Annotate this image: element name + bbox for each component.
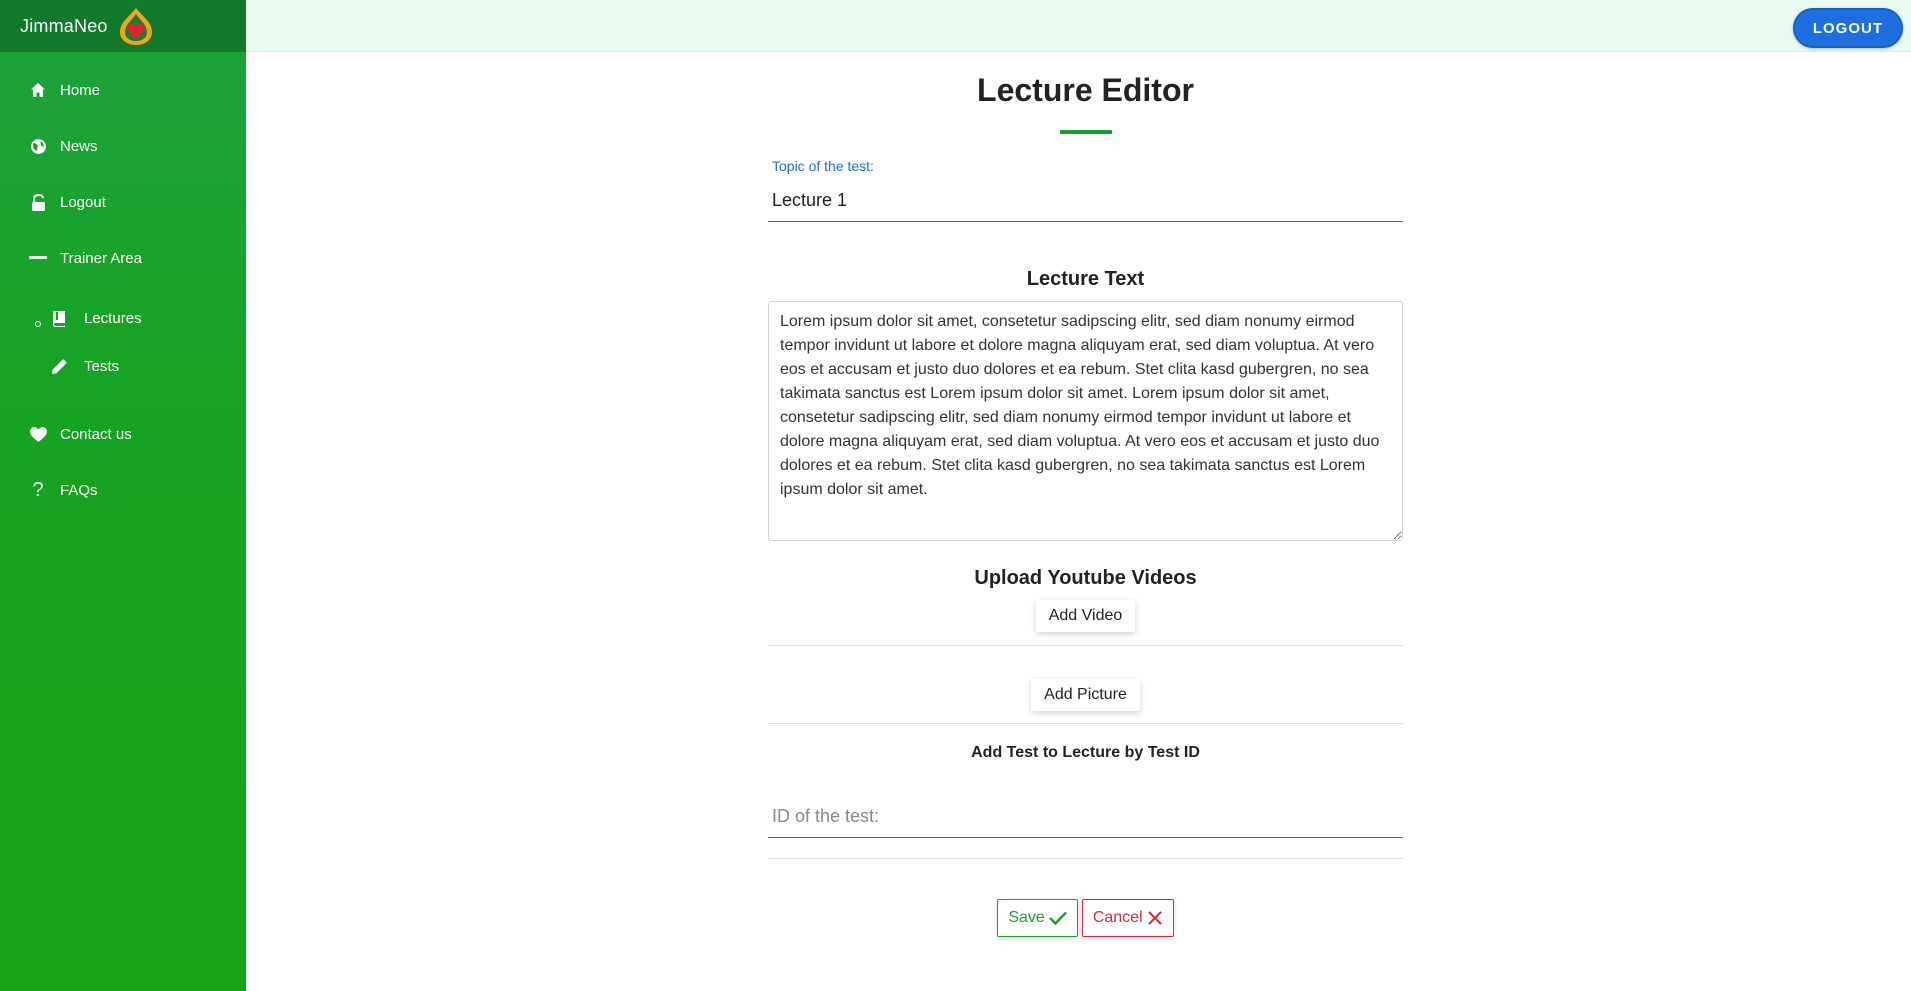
check-icon <box>1048 911 1067 925</box>
sidebar-item-news[interactable]: News <box>0 118 246 174</box>
pencil-icon <box>50 357 68 375</box>
topic-label: Topic of the test: <box>772 158 874 174</box>
divider <box>768 858 1403 859</box>
sidebar-item-label: FAQs <box>60 481 98 499</box>
sidebar-item-trainer-area[interactable]: Trainer Area <box>0 230 246 286</box>
add-video-button[interactable]: Add Video <box>1035 600 1136 632</box>
sidebar-item-label: Trainer Area <box>60 249 142 267</box>
unlock-icon <box>28 192 48 212</box>
heart-icon <box>28 424 48 444</box>
page-title: Lecture Editor <box>977 72 1194 108</box>
sidebar-item-label: News <box>60 137 98 155</box>
add-picture-button[interactable]: Add Picture <box>1031 679 1140 711</box>
lecture-text-area[interactable]: Lorem ipsum dolor sit amet, consetetur s… <box>768 301 1403 541</box>
divider <box>768 645 1403 646</box>
sidebar-item-lectures[interactable]: Lectures <box>0 294 246 342</box>
cancel-button-label: Cancel <box>1092 909 1143 926</box>
save-button-label: Save <box>1008 909 1045 926</box>
brand-name: JimmaNeo <box>20 15 108 36</box>
test-id-field <box>768 782 1403 838</box>
sidebar-nav: Home News Logout Trainer Area <box>0 52 246 286</box>
trainer-area-submenu: Lectures Tests <box>0 286 246 406</box>
question-icon: ? <box>32 478 44 501</box>
active-bullet-icon <box>35 321 41 327</box>
logout-button[interactable]: LOGOUT <box>1792 8 1903 48</box>
minus-icon <box>28 248 48 268</box>
sidebar-subitem-label: Lectures <box>84 309 142 327</box>
sidebar-item-faqs[interactable]: ? FAQs <box>0 462 246 518</box>
heart-drop-logo-icon <box>119 8 152 45</box>
sidebar-item-label: Contact us <box>60 425 132 443</box>
home-icon <box>28 80 48 100</box>
topic-field: Topic of the test: <box>768 154 1403 222</box>
book-icon <box>50 309 68 327</box>
add-test-title: Add Test to Lecture by Test ID <box>971 744 1200 761</box>
sidebar-item-label: Logout <box>60 193 106 211</box>
form-actions: Save Cancel <box>768 899 1403 937</box>
sidebar-item-tests[interactable]: Tests <box>0 342 246 390</box>
sidebar-item-home[interactable]: Home <box>0 62 246 118</box>
lecture-text-title: Lecture Text <box>1026 268 1145 290</box>
brand-bar: JimmaNeo <box>0 0 246 52</box>
globe-icon <box>28 136 48 156</box>
test-id-input[interactable] <box>768 806 1403 827</box>
sidebar: JimmaNeo Home News Logout Trainer Area L… <box>0 0 246 991</box>
topic-input[interactable] <box>768 190 1403 211</box>
close-icon <box>1147 911 1162 925</box>
top-bar: LOGOUT <box>246 0 1911 52</box>
sidebar-item-contact-us[interactable]: Contact us <box>0 406 246 462</box>
sidebar-nav-bottom: Contact us ? FAQs <box>0 406 246 518</box>
title-underline <box>1059 130 1112 134</box>
save-button[interactable]: Save <box>997 899 1078 937</box>
cancel-button[interactable]: Cancel <box>1081 899 1174 937</box>
sidebar-item-label: Home <box>60 81 101 99</box>
sidebar-subitem-label: Tests <box>84 357 120 375</box>
divider <box>768 723 1403 724</box>
lecture-editor: Lecture Editor Topic of the test: Lectur… <box>768 52 1403 937</box>
sidebar-item-logout[interactable]: Logout <box>0 174 246 230</box>
upload-videos-title: Upload Youtube Videos <box>974 567 1197 589</box>
